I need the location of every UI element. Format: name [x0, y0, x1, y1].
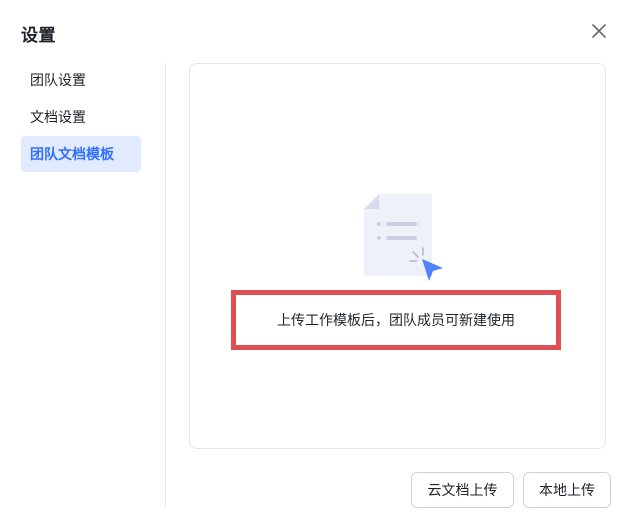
cloud-doc-upload-button[interactable]: 云文档上传	[411, 472, 514, 508]
close-button[interactable]	[588, 20, 610, 42]
empty-hint-text: 上传工作模板后，团队成员可新建使用	[277, 313, 515, 329]
settings-dialog: 设置 团队设置 文档设置 团队文档模板 上传工作模板后，团队成员可新建使用 云文…	[0, 0, 630, 527]
sidebar-item-doc-settings[interactable]: 文档设置	[21, 99, 141, 135]
close-icon	[592, 24, 606, 38]
document-upload-illustration	[362, 192, 444, 286]
settings-sidebar: 团队设置 文档设置 团队文档模板	[21, 62, 141, 173]
empty-hint-highlight: 上传工作模板后，团队成员可新建使用	[231, 290, 561, 350]
sidebar-item-label: 团队设置	[30, 73, 86, 89]
local-upload-button[interactable]: 本地上传	[523, 472, 611, 508]
sidebar-item-team-settings[interactable]: 团队设置	[21, 62, 141, 98]
sidebar-divider	[165, 63, 166, 506]
template-empty-area: 上传工作模板后，团队成员可新建使用	[189, 63, 606, 449]
sidebar-item-label: 团队文档模板	[30, 147, 114, 163]
sidebar-item-label: 文档设置	[30, 110, 86, 126]
sidebar-item-team-doc-templates[interactable]: 团队文档模板	[21, 136, 141, 172]
dialog-title: 设置	[21, 26, 56, 46]
